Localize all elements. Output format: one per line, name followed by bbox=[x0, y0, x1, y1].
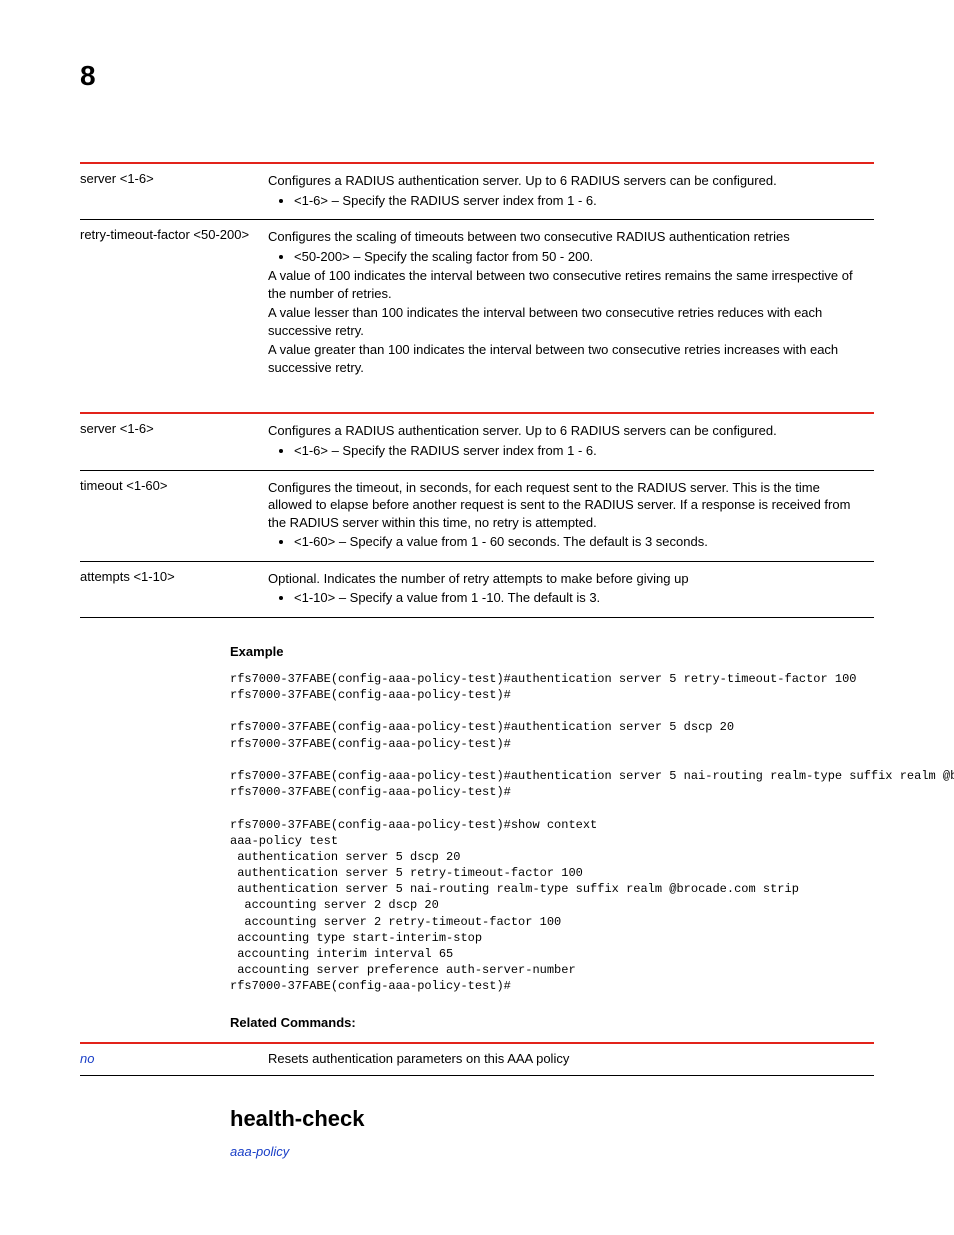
param-desc-cell: Configures a RADIUS authentication serve… bbox=[268, 163, 874, 220]
bullet-list: <1-60> – Specify a value from 1 - 60 sec… bbox=[294, 533, 866, 551]
table-row: server <1-6> Configures a RADIUS authent… bbox=[80, 413, 874, 470]
param-table-1: server <1-6> Configures a RADIUS authent… bbox=[80, 162, 874, 386]
param-desc: Configures a RADIUS authentication serve… bbox=[268, 422, 866, 440]
param-desc: Configures the scaling of timeouts betwe… bbox=[268, 228, 866, 246]
bullet-list: <50-200> – Specify the scaling factor fr… bbox=[294, 248, 866, 266]
param-desc: Configures the timeout, in seconds, for … bbox=[268, 479, 866, 532]
example-code: rfs7000-37FABE(config-aaa-policy-test)#a… bbox=[230, 671, 874, 995]
related-link[interactable]: no bbox=[80, 1051, 94, 1066]
param-name: timeout <1-60> bbox=[80, 470, 268, 561]
param-desc-cell: Configures the timeout, in seconds, for … bbox=[268, 470, 874, 561]
bullet-item: <1-6> – Specify the RADIUS server index … bbox=[294, 442, 866, 460]
param-note: A value greater than 100 indicates the i… bbox=[268, 341, 866, 376]
param-name: server <1-6> bbox=[80, 163, 268, 220]
param-table-2: server <1-6> Configures a RADIUS authent… bbox=[80, 412, 874, 617]
param-note: A value of 100 indicates the interval be… bbox=[268, 267, 866, 302]
related-label: Related Commands: bbox=[230, 1015, 874, 1030]
param-name: attempts <1-10> bbox=[80, 561, 268, 617]
section-sublink-wrap: aaa-policy bbox=[230, 1144, 874, 1159]
related-link-cell: no bbox=[80, 1043, 268, 1076]
table-row: retry-timeout-factor <50-200> Configures… bbox=[80, 220, 874, 387]
param-desc-cell: Configures the scaling of timeouts betwe… bbox=[268, 220, 874, 387]
section-heading: health-check bbox=[230, 1106, 874, 1132]
example-label: Example bbox=[230, 644, 874, 659]
section-sublink[interactable]: aaa-policy bbox=[230, 1144, 289, 1159]
param-desc: Configures a RADIUS authentication serve… bbox=[268, 172, 866, 190]
related-desc: Resets authentication parameters on this… bbox=[268, 1043, 874, 1076]
param-desc-cell: Optional. Indicates the number of retry … bbox=[268, 561, 874, 617]
table-row: server <1-6> Configures a RADIUS authent… bbox=[80, 163, 874, 220]
bullet-list: <1-6> – Specify the RADIUS server index … bbox=[294, 442, 866, 460]
bullet-item: <1-6> – Specify the RADIUS server index … bbox=[294, 192, 866, 210]
bullet-item: <1-10> – Specify a value from 1 -10. The… bbox=[294, 589, 866, 607]
param-note: A value lesser than 100 indicates the in… bbox=[268, 304, 866, 339]
bullet-list: <1-10> – Specify a value from 1 -10. The… bbox=[294, 589, 866, 607]
param-name: server <1-6> bbox=[80, 413, 268, 470]
param-name: retry-timeout-factor <50-200> bbox=[80, 220, 268, 387]
bullet-item: <1-60> – Specify a value from 1 - 60 sec… bbox=[294, 533, 866, 551]
table-row: no Resets authentication parameters on t… bbox=[80, 1043, 874, 1076]
param-desc-cell: Configures a RADIUS authentication serve… bbox=[268, 413, 874, 470]
bullet-item: <50-200> – Specify the scaling factor fr… bbox=[294, 248, 866, 266]
chapter-number: 8 bbox=[80, 60, 874, 92]
table-row: timeout <1-60> Configures the timeout, i… bbox=[80, 470, 874, 561]
table-row: attempts <1-10> Optional. Indicates the … bbox=[80, 561, 874, 617]
related-table: no Resets authentication parameters on t… bbox=[80, 1042, 874, 1077]
param-desc: Optional. Indicates the number of retry … bbox=[268, 570, 866, 588]
bullet-list: <1-6> – Specify the RADIUS server index … bbox=[294, 192, 866, 210]
